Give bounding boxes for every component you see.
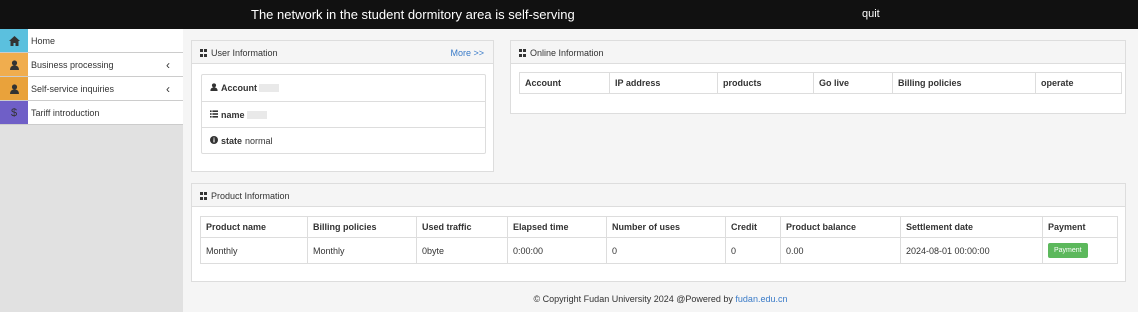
sidebar-item-label: Tariff introduction	[31, 108, 100, 118]
user-info-box: Account name state normal	[201, 74, 486, 154]
quit-link[interactable]: quit	[862, 8, 880, 20]
footer-link[interactable]: fudan.edu.cn	[735, 294, 787, 304]
top-bar: The network in the student dormitory are…	[0, 0, 1138, 29]
account-row: Account	[202, 75, 485, 102]
table-cell: Payment	[1042, 237, 1118, 264]
table-cell: 0	[725, 237, 781, 264]
column-header: Number of uses	[606, 216, 726, 238]
column-header: Credit	[725, 216, 781, 238]
column-header: Settlement date	[900, 216, 1043, 238]
grid-icon	[200, 192, 208, 200]
column-header: Billing policies	[307, 216, 417, 238]
chevron-left-icon: ‹	[166, 58, 170, 72]
user-icon	[0, 77, 28, 100]
payment-button[interactable]: Payment	[1048, 243, 1088, 258]
grid-icon	[519, 49, 527, 57]
product-information-panel: Product Information Product name Billing…	[191, 183, 1126, 282]
user-icon	[0, 53, 28, 76]
panel-title: User Information	[211, 48, 278, 58]
sidebar-item-label: Home	[31, 36, 56, 46]
chevron-left-icon: ‹	[166, 82, 170, 96]
table-cell: 2024-08-01 00:00:00	[900, 237, 1043, 264]
state-row: state normal	[202, 128, 485, 155]
table-cell: 0	[606, 237, 726, 264]
column-header: IP address	[609, 72, 718, 94]
sidebar-item-tariff-introduction[interactable]: $ Tariff introduction	[0, 101, 183, 125]
main-content: User Information More >> Account name st…	[183, 29, 1138, 312]
more-link[interactable]: More >>	[450, 48, 484, 58]
table-row: Monthly Monthly 0byte 0:00:00 0 0 0.00 2…	[200, 237, 1118, 264]
panel-header: Online Information	[511, 41, 1125, 64]
panel-header: User Information More >>	[192, 41, 493, 64]
sidebar-item-label: Business processing	[31, 60, 114, 70]
state-value: normal	[245, 136, 273, 147]
sidebar-item-business-processing[interactable]: Business processing ‹	[0, 53, 183, 77]
table-cell: Monthly	[200, 237, 308, 264]
account-label: Account	[221, 83, 257, 93]
list-icon	[210, 109, 218, 118]
app-title: The network in the student dormitory are…	[251, 7, 575, 22]
online-information-table: Account IP address products Go live Bill…	[519, 72, 1122, 94]
column-header: operate	[1035, 72, 1122, 94]
sidebar: Home Business processing ‹ Self-service …	[0, 29, 183, 312]
column-header: Go live	[813, 72, 893, 94]
table-header-row: Account IP address products Go live Bill…	[519, 72, 1122, 94]
column-header: products	[717, 72, 814, 94]
sidebar-item-home[interactable]: Home	[0, 29, 183, 53]
info-circle-icon	[210, 136, 218, 145]
footer: © Copyright Fudan University 2024 @Power…	[183, 294, 1138, 304]
table-cell: 0byte	[416, 237, 508, 264]
column-header: Billing policies	[892, 72, 1036, 94]
column-header: Account	[519, 72, 610, 94]
product-information-table: Product name Billing policies Used traff…	[200, 216, 1118, 264]
copyright-text: © Copyright Fudan University 2024 @Power…	[533, 294, 733, 304]
column-header: Used traffic	[416, 216, 508, 238]
dollar-icon: $	[0, 101, 28, 124]
user-information-panel: User Information More >> Account name st…	[191, 40, 494, 172]
name-label: name	[221, 109, 245, 120]
panel-title: Product Information	[211, 191, 290, 201]
table-cell: Monthly	[307, 237, 417, 264]
sidebar-item-label: Self-service inquiries	[31, 84, 115, 94]
column-header: Payment	[1042, 216, 1118, 238]
panel-title: Online Information	[530, 48, 604, 58]
grid-icon	[200, 49, 208, 57]
column-header: Elapsed time	[507, 216, 607, 238]
column-header: Product balance	[780, 216, 901, 238]
column-header: Product name	[200, 216, 308, 238]
table-cell: 0.00	[780, 237, 901, 264]
user-icon	[210, 83, 218, 91]
sidebar-item-self-service-inquiries[interactable]: Self-service inquiries ‹	[0, 77, 183, 101]
table-header-row: Product name Billing policies Used traff…	[200, 216, 1118, 238]
state-label: state	[221, 136, 243, 147]
online-information-panel: Online Information Account IP address pr…	[510, 40, 1126, 114]
table-cell: 0:00:00	[507, 237, 607, 264]
panel-header: Product Information	[192, 184, 1125, 207]
name-row: name	[202, 102, 485, 129]
home-icon	[0, 29, 28, 52]
account-value	[259, 84, 279, 92]
name-value	[246, 110, 267, 119]
